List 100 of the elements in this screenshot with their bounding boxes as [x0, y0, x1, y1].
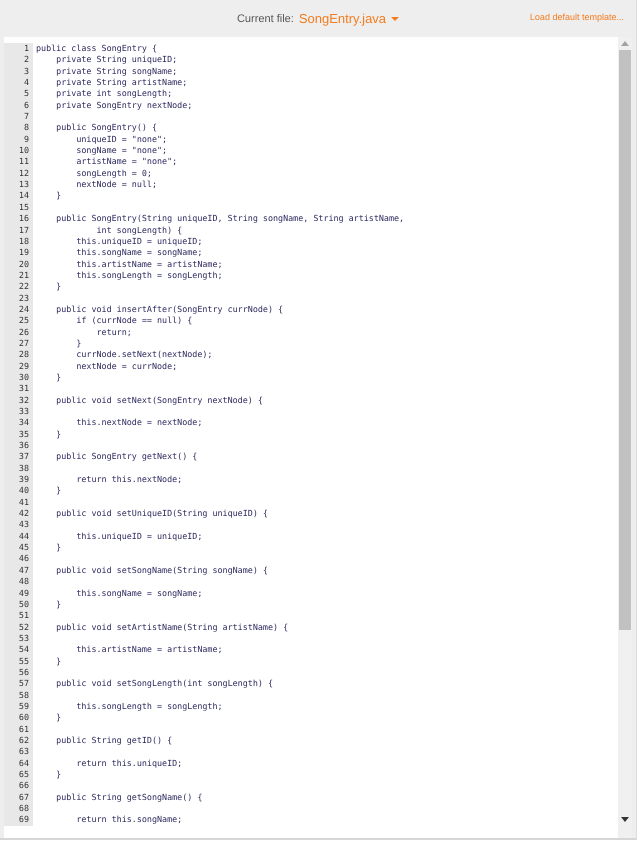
line-number: 28 [4, 349, 33, 361]
line-number: 16 [4, 213, 33, 224]
line-number: 69 [4, 814, 33, 826]
line-number: 26 [4, 326, 33, 338]
code-line: return; [96, 326, 132, 338]
line-number: 32 [4, 394, 33, 406]
line-number: 21 [4, 270, 33, 282]
code-line: return this.songName; [75, 814, 182, 826]
scroll-up-icon[interactable] [621, 41, 629, 46]
line-number: 34 [4, 417, 33, 429]
code-line: songName = "none"; [75, 145, 168, 156]
code-line: public String getSongName() { [55, 792, 202, 804]
line-number: 17 [4, 224, 33, 236]
line-number: 45 [4, 542, 33, 554]
line-number: 68 [4, 803, 33, 814]
code-line: public SongEntry() { [55, 122, 158, 134]
line-number: 13 [4, 179, 33, 190]
line-number: 43 [4, 519, 33, 531]
code-line: this.nextNode = nextNode; [75, 417, 202, 429]
line-number: 10 [4, 145, 33, 156]
code-line: private String uniqueID; [55, 54, 178, 66]
code-line: public SongEntry getNext() { [55, 451, 198, 463]
line-number: 58 [4, 690, 33, 701]
line-number: 59 [4, 700, 33, 712]
code-line: nextNode = currNode; [75, 360, 178, 372]
line-number: 38 [4, 462, 33, 474]
scrollbar-thumb[interactable] [619, 50, 631, 630]
line-number: 35 [4, 428, 33, 440]
line-number: 56 [4, 666, 33, 678]
line-number: 30 [4, 372, 33, 384]
line-number: 41 [4, 496, 33, 508]
line-number: 18 [4, 236, 33, 248]
line-number: 47 [4, 564, 33, 576]
code-line: } [55, 428, 62, 440]
code-line: int songLength) { [96, 224, 182, 236]
line-number: 15 [4, 202, 33, 214]
line-number: 9 [4, 134, 33, 146]
line-number: 22 [4, 281, 33, 293]
caret-icon [391, 16, 400, 20]
line-number: 65 [4, 769, 33, 780]
line-number: 4 [4, 77, 33, 88]
load-template-link[interactable]: Load default template... [530, 12, 624, 22]
code-line: } [55, 190, 62, 202]
line-number: 20 [4, 258, 33, 270]
code-line: private SongEntry nextNode; [55, 100, 192, 112]
code-line: } [55, 769, 62, 780]
code-line: private String songName; [55, 66, 178, 78]
line-number: 6 [4, 100, 33, 112]
code-line: private String artistName; [55, 77, 188, 88]
code-line: private int songLength; [55, 88, 172, 100]
line-number: 29 [4, 360, 33, 372]
line-number: 2 [4, 54, 33, 66]
code-line: this.uniqueID = uniqueID; [75, 236, 202, 248]
code-line: this.songLength = songLength; [75, 700, 223, 712]
code-line: } [55, 281, 62, 293]
code-line: } [55, 372, 62, 384]
code-line: this.artistName = artistName; [75, 644, 223, 656]
code-line: public void setSongLength(int songLength) { [55, 678, 273, 690]
line-number: 14 [4, 190, 33, 202]
code-line: return this.uniqueID; [75, 758, 182, 769]
line-number: 23 [4, 292, 33, 304]
code-line: } [55, 485, 62, 497]
code-line: public void setArtistName(String artistName) { [55, 622, 288, 633]
code-line: public String getID() { [55, 734, 172, 746]
code-line: } [55, 712, 62, 724]
code-line: } [55, 656, 62, 667]
line-number: 66 [4, 780, 33, 792]
line-number: 57 [4, 678, 33, 690]
code-line: nextNode = null; [75, 179, 158, 190]
line-number: 39 [4, 474, 33, 486]
scrollbar[interactable] [618, 37, 632, 838]
line-number: 33 [4, 406, 33, 418]
line-number: 19 [4, 247, 33, 259]
code-line: this.songLength = songLength; [75, 270, 223, 282]
line-number: 46 [4, 553, 33, 565]
line-number: 5 [4, 88, 33, 100]
file-dropdown[interactable]: SongEntry.java [298, 11, 400, 26]
line-number: 55 [4, 656, 33, 667]
code-line: if (currNode == null) { [75, 315, 192, 327]
code-line: } [75, 338, 82, 350]
line-number: 67 [4, 792, 33, 804]
line-number: 31 [4, 383, 33, 395]
line-number: 37 [4, 451, 33, 463]
line-number: 51 [4, 610, 33, 622]
code-line: this.uniqueID = uniqueID; [75, 530, 202, 542]
scroll-down-icon[interactable] [621, 817, 629, 822]
line-number: 24 [4, 304, 33, 316]
code-line: artistName = "none"; [75, 156, 178, 168]
line-number: 40 [4, 485, 33, 497]
code-line: public void setSongName(String songName) { [55, 564, 268, 576]
code-line: songLength = 0; [75, 168, 152, 180]
line-number: 50 [4, 598, 33, 610]
current-file-label: Current file: [236, 12, 294, 24]
line-number: 27 [4, 338, 33, 350]
line-number: 7 [4, 111, 33, 122]
line-number: 8 [4, 122, 33, 134]
code-line: } [55, 598, 62, 610]
code-line: this.artistName = artistName; [75, 258, 223, 270]
code-line: public class SongEntry { [35, 43, 158, 54]
line-number: 1 [4, 43, 33, 54]
